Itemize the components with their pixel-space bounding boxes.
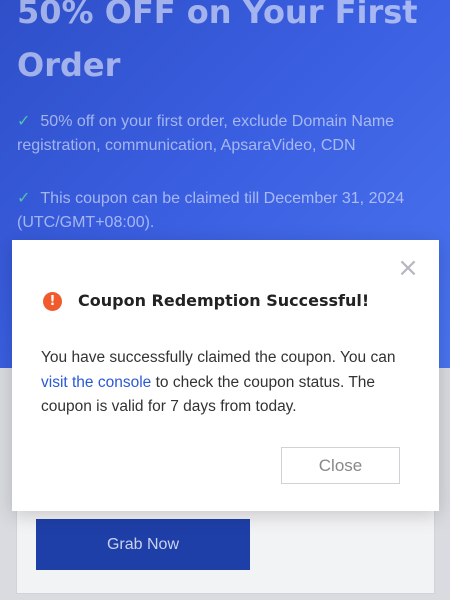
- success-dialog: × ! Coupon Redemption Successful! You ha…: [12, 240, 439, 511]
- alert-circle-icon: !: [43, 292, 62, 311]
- message-text: You have successfully claimed the coupon…: [41, 349, 396, 366]
- console-link[interactable]: visit the console: [41, 374, 151, 391]
- dialog-title: Coupon Redemption Successful!: [78, 291, 370, 310]
- close-button[interactable]: Close: [281, 447, 400, 484]
- dialog-message: You have successfully claimed the coupon…: [41, 346, 421, 420]
- close-icon[interactable]: ×: [397, 255, 419, 281]
